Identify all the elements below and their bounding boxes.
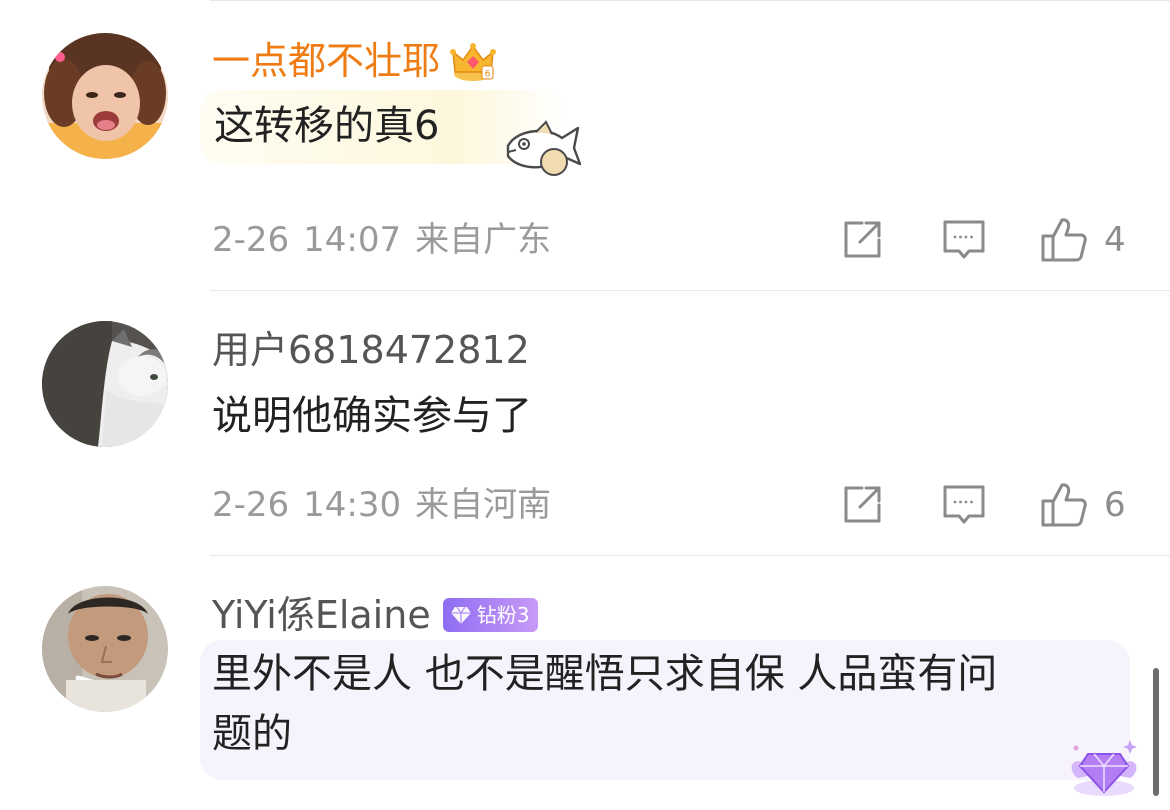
share-icon[interactable] — [840, 218, 884, 262]
comment-text-line: 里外不是人 也不是醒悟只求自保 人品蛮有问 — [212, 651, 998, 697]
diamond-gem-icon — [449, 603, 473, 627]
comment-time: 14:30 — [303, 485, 402, 525]
username-row: 一点都不壮耶 6 — [212, 38, 497, 84]
username[interactable]: 用户6818472812 — [212, 327, 530, 373]
comment-icon[interactable] — [942, 483, 986, 527]
diamond-gem-icon — [1066, 736, 1142, 800]
comment-date: 2-26 — [212, 220, 290, 260]
username-row: 用户6818472812 — [212, 327, 530, 373]
like-count: 6 — [1104, 485, 1126, 525]
username[interactable]: 一点都不壮耶 — [212, 38, 440, 84]
avatar[interactable] — [42, 586, 168, 712]
comment-date: 2-26 — [212, 485, 290, 525]
comment-item: 用户6818472812 说明他确实参与了 2-26 14:30 来自河南 6 — [0, 291, 1170, 555]
avatar[interactable] — [42, 321, 168, 447]
comment-content-bubble[interactable]: 里外不是人 也不是醒悟只求自保 人品蛮有问 题的 — [200, 640, 1130, 780]
comment-location: 来自河南 — [415, 485, 552, 525]
fan-badge-label: 钻粉3 — [476, 603, 530, 627]
like-icon[interactable] — [1040, 481, 1088, 529]
fan-badge[interactable]: 钻粉3 — [442, 598, 539, 632]
like-count: 4 — [1104, 220, 1126, 260]
comment-location: 来自广东 — [415, 220, 552, 260]
comment-icon[interactable] — [942, 218, 986, 262]
share-icon[interactable] — [840, 483, 884, 527]
vip-crown-icon: 6 — [450, 38, 497, 84]
username[interactable]: YiYi係Elaine — [212, 592, 431, 638]
comment-item: 一点都不壮耶 6 这转移的真6 2-26 14:07 来自广东 4 — [0, 0, 1170, 290]
comment-meta: 2-26 14:30 来自河南 — [212, 485, 565, 525]
comment-meta: 2-26 14:07 来自广东 — [212, 220, 565, 260]
comment-text-line: 题的 — [212, 711, 292, 757]
comment-time: 14:07 — [303, 220, 402, 260]
comment-item: YiYi係Elaine 钻粉3 里外不是人 也不是醒悟只求自保 人品蛮有问 题的 — [0, 556, 1170, 810]
scrollbar[interactable] — [1153, 668, 1159, 796]
avatar[interactable] — [42, 33, 168, 159]
username-row: YiYi係Elaine 钻粉3 — [212, 592, 539, 638]
comment-text[interactable]: 说明他确实参与了 — [212, 386, 532, 446]
fish-sticker-icon — [500, 120, 584, 182]
like-icon[interactable] — [1040, 216, 1088, 264]
comment-list: 一点都不壮耶 6 这转移的真6 2-26 14:07 来自广东 4 用户6818… — [0, 0, 1170, 810]
svg-text:6: 6 — [485, 70, 491, 80]
